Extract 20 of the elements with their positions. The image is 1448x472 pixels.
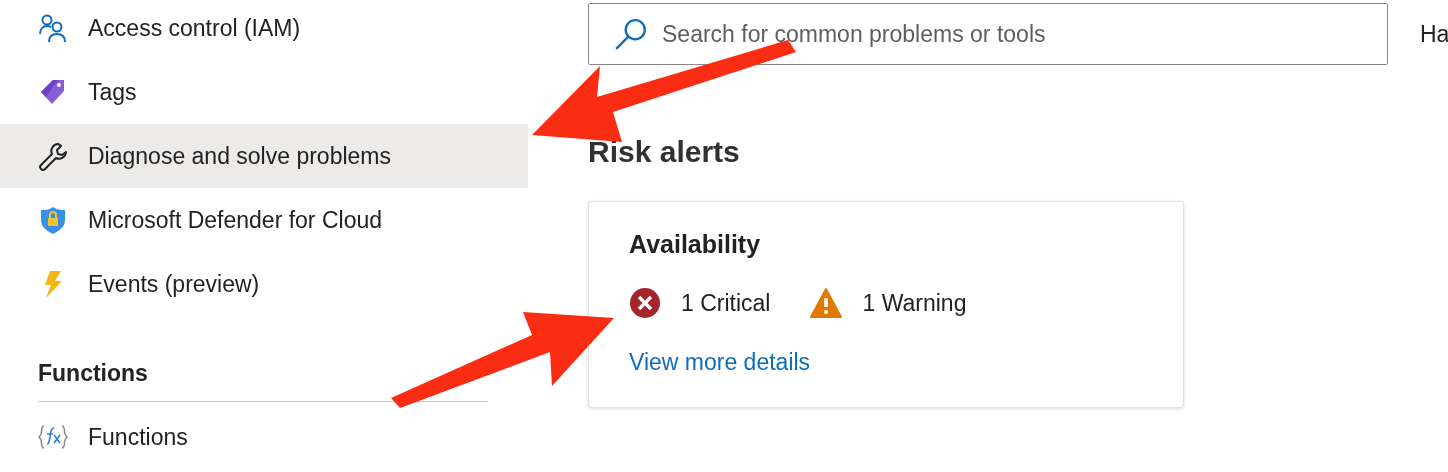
- sidebar-item[interactable]: Functions: [0, 405, 528, 469]
- shield-icon: [38, 205, 68, 235]
- sidebar-item[interactable]: Diagnose and solve problems: [0, 124, 528, 188]
- details-link[interactable]: View more details: [629, 349, 811, 376]
- search-field[interactable]: Search for common problems or tools: [588, 3, 1388, 65]
- sidebar-item[interactable]: Microsoft Defender for Cloud: [0, 188, 528, 252]
- sidebar-item[interactable]: Tags: [0, 60, 528, 124]
- section-heading: Functions: [37, 360, 149, 387]
- search-icon: [614, 17, 648, 51]
- sidebar-item[interactable]: Events (preview): [0, 252, 528, 316]
- wrench-icon: [38, 141, 68, 171]
- warning-icon: [810, 287, 843, 319]
- error-icon: [629, 287, 661, 319]
- section-title: Risk alerts: [588, 135, 741, 169]
- alert-count: 1 Warning: [862, 289, 967, 317]
- alert-count: 1 Critical: [681, 289, 771, 317]
- function-icon: [38, 422, 68, 452]
- card-title: Availability: [629, 230, 762, 259]
- sidebar-item[interactable]: Access control (IAM): [0, 0, 528, 60]
- people-icon: [38, 13, 68, 43]
